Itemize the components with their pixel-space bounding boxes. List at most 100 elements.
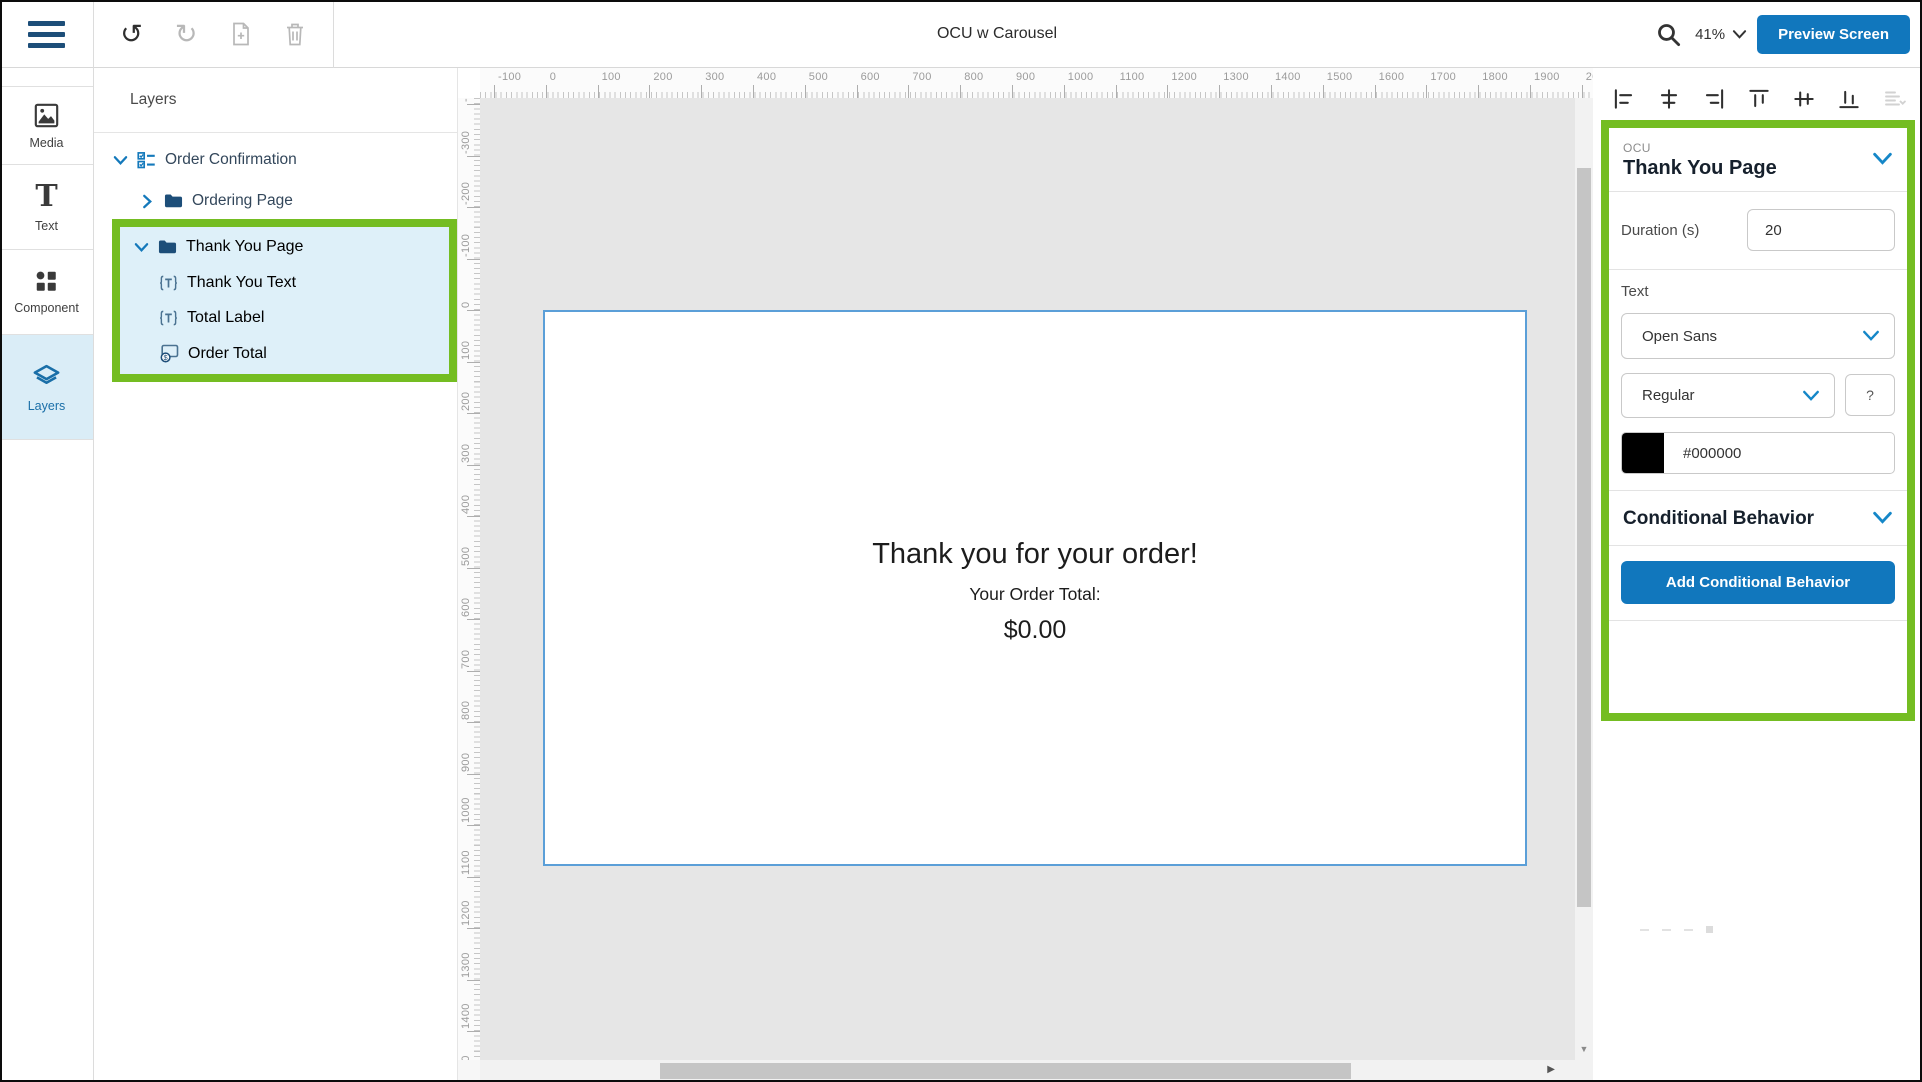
inspector-panel: OCU Thank You Page Duration (s) Text Ope… <box>1593 68 1922 1082</box>
rail-item-text[interactable]: T Text <box>0 164 93 249</box>
faint-artifact <box>1640 926 1713 933</box>
font-size-field[interactable]: ? <box>1845 374 1895 416</box>
font-family-select[interactable]: Open Sans <box>1621 313 1895 359</box>
conditional-behavior-title: Conditional Behavior <box>1623 508 1814 529</box>
duration-row: Duration (s) <box>1609 192 1907 269</box>
chevron-down-icon[interactable] <box>133 242 149 253</box>
page-title: Thank You Page <box>1623 157 1893 180</box>
layer-row-order-total[interactable]: $ Order Total <box>120 336 449 371</box>
layers-panel-title: Layers <box>130 91 177 109</box>
tool-rail: Media T Text Component Layers <box>0 68 94 1082</box>
layer-row-thank-you-text[interactable]: Thank You Text <box>120 265 449 300</box>
chevron-down-icon <box>1872 152 1893 166</box>
folder-icon <box>164 193 183 209</box>
scroll-down-arrow[interactable]: ▼ <box>1575 1044 1593 1054</box>
divider <box>1609 545 1907 546</box>
rail-item-component[interactable]: Component <box>0 249 93 334</box>
data-value-icon: $ <box>159 344 179 363</box>
thank-you-text-layer[interactable]: Thank you for your order! <box>545 538 1525 571</box>
layer-label: Ordering Page <box>192 192 293 210</box>
breadcrumb: OCU <box>1623 141 1893 155</box>
align-left-button[interactable] <box>1610 85 1637 112</box>
delete-button[interactable] <box>278 17 312 51</box>
vertical-scrollbar[interactable]: ▼ <box>1575 98 1593 1060</box>
folder-icon <box>158 239 177 255</box>
color-hex-value: #000000 <box>1664 433 1741 473</box>
distribute-button-disabled[interactable] <box>1880 85 1907 112</box>
font-weight-value: Regular <box>1642 387 1695 404</box>
align-top-icon <box>1746 86 1772 112</box>
zoom-level-dropdown[interactable]: 41% <box>1695 26 1747 43</box>
text-tool-icon: T <box>35 182 57 212</box>
hamburger-icon <box>28 21 65 48</box>
align-center-vertical-button[interactable] <box>1790 85 1817 112</box>
layer-row-ordering-page[interactable]: Ordering Page <box>139 186 293 216</box>
artboard-thank-you-page[interactable]: Thank you for your order! Your Order Tot… <box>543 310 1527 866</box>
align-top-button[interactable] <box>1745 85 1772 112</box>
duration-label: Duration (s) <box>1621 222 1699 239</box>
chevron-right-icon[interactable] <box>139 194 155 209</box>
layer-row-order-confirmation[interactable]: Order Confirmation <box>112 145 297 175</box>
zoom-level-value: 41% <box>1695 26 1725 43</box>
artboard-text-block: Thank you for your order! Your Order Tot… <box>545 538 1525 645</box>
collapse-section-button[interactable] <box>1872 511 1893 525</box>
chevron-down-icon <box>1802 390 1820 402</box>
canvas-stage[interactable]: Thank you for your order! Your Order Tot… <box>480 98 1575 1060</box>
layer-label: Thank You Page <box>186 238 303 256</box>
ruler-top: -100010020030040050060070080090010001100… <box>480 68 1593 98</box>
ruler-corner <box>458 68 480 98</box>
horizontal-scrollbar-thumb[interactable] <box>660 1063 1351 1079</box>
order-total-layer[interactable]: $0.00 <box>545 616 1525 645</box>
undo-icon: ↺ <box>120 21 143 48</box>
chevron-down-icon[interactable] <box>112 155 128 166</box>
rail-item-label: Layers <box>28 399 66 413</box>
divider <box>94 132 457 133</box>
rail-item-label: Media <box>29 136 63 150</box>
topbar-right-group: 41% Preview Screen <box>1651 0 1910 68</box>
font-weight-select[interactable]: Regular <box>1621 373 1835 418</box>
horizontal-scrollbar[interactable]: ▶ <box>480 1060 1593 1082</box>
zoom-search-button[interactable] <box>1651 17 1685 51</box>
redo-icon: ↻ <box>175 21 198 48</box>
chevron-down-icon <box>1862 330 1880 342</box>
rail-item-label: Text <box>35 219 58 233</box>
add-conditional-behavior-button[interactable]: Add Conditional Behavior <box>1621 561 1895 604</box>
align-bottom-button[interactable] <box>1835 85 1862 112</box>
text-layer-icon <box>159 309 178 327</box>
rail-item-label: Component <box>14 301 79 315</box>
align-bottom-icon <box>1836 86 1862 112</box>
rail-item-media[interactable]: Media <box>0 86 93 164</box>
checklist-icon <box>137 151 156 170</box>
component-icon <box>34 269 59 294</box>
trash-icon <box>283 21 307 47</box>
text-section-label: Text <box>1621 283 1895 300</box>
collapse-section-button[interactable] <box>1872 152 1893 166</box>
total-label-layer[interactable]: Your Order Total: <box>545 584 1525 605</box>
scroll-right-arrow[interactable]: ▶ <box>1547 1064 1555 1075</box>
document-title: OCU w Carousel <box>334 0 1660 68</box>
align-center-horizontal-button[interactable] <box>1655 85 1682 112</box>
vertical-scrollbar-thumb[interactable] <box>1577 168 1591 907</box>
undo-button[interactable]: ↺ <box>115 17 149 51</box>
new-page-button[interactable] <box>224 17 258 51</box>
rail-item-layers[interactable]: Layers <box>0 334 93 440</box>
duration-input[interactable] <box>1747 209 1895 251</box>
color-swatch-black[interactable] <box>1622 433 1664 473</box>
font-family-value: Open Sans <box>1642 328 1717 345</box>
align-right-button[interactable] <box>1700 85 1727 112</box>
text-color-field[interactable]: #000000 <box>1621 432 1895 474</box>
layer-row-total-label[interactable]: Total Label <box>120 301 449 336</box>
divider <box>1609 620 1907 621</box>
alignment-toolbar <box>1610 85 1907 112</box>
text-section: Text Open Sans Regular ? #000000 <box>1609 270 1907 490</box>
annotation-highlight-layers: Thank You Page Thank You Text <box>112 219 457 382</box>
chevron-down-icon <box>1872 511 1893 525</box>
font-style-row: Regular ? <box>1621 373 1895 418</box>
layer-row-thank-you-page[interactable]: Thank You Page <box>120 230 449 265</box>
main-menu-button[interactable] <box>0 0 94 68</box>
history-toolbar: ↺ ↻ <box>94 0 334 68</box>
align-center-vertical-icon <box>1791 86 1817 112</box>
preview-screen-button[interactable]: Preview Screen <box>1757 15 1910 54</box>
redo-button[interactable]: ↻ <box>169 17 203 51</box>
layer-label: Order Total <box>188 345 267 363</box>
